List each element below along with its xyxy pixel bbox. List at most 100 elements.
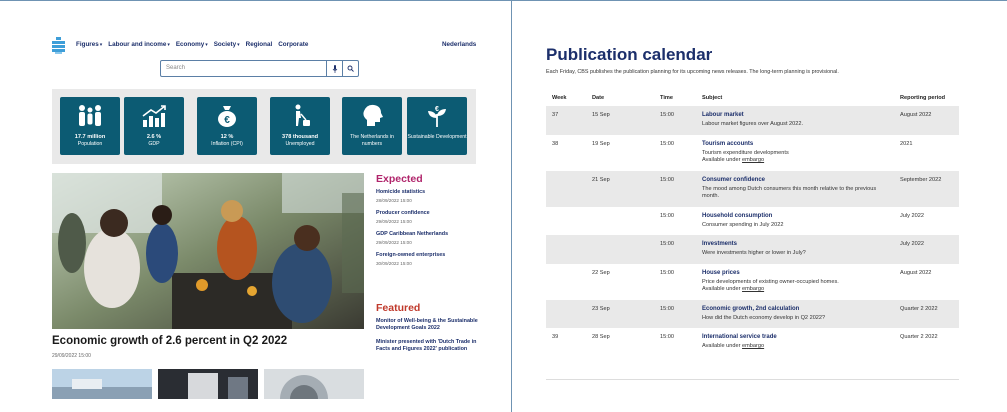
tile-label: Inflation (CPI) xyxy=(211,141,243,147)
embargo-prefix: Available under xyxy=(702,286,741,292)
expected-item-date: 28/09/2022 15:00 xyxy=(376,198,412,203)
column-header: Week xyxy=(552,95,567,101)
embargo-prefix: Available under xyxy=(702,157,741,163)
cell-date: 23 Sep xyxy=(586,299,654,328)
nav-item-economy[interactable]: Economy▾ xyxy=(176,41,208,48)
expected-heading: Expected xyxy=(376,173,423,185)
table-row: 37 15 Sep 15:00 Labour market Labour mar… xyxy=(546,106,959,135)
cell-period: Quarter 2 2022 xyxy=(894,299,959,328)
cell-period: August 2022 xyxy=(894,106,959,135)
svg-text:€: € xyxy=(224,115,230,126)
tile-unemployed[interactable]: 378 thousand Unemployed xyxy=(270,97,330,155)
cell-date: 21 Sep xyxy=(586,170,654,207)
column-header: Subject xyxy=(702,95,723,101)
subject-description: Labour market figures over August 2022. xyxy=(702,121,804,127)
subject-link[interactable]: Investments xyxy=(702,241,894,247)
expected-item-title: Foreign-owned enterprises xyxy=(376,252,446,258)
search-icon[interactable] xyxy=(342,61,358,76)
expected-item[interactable]: GDP Caribbean Netherlands 29/09/2022 15:… xyxy=(376,231,486,245)
tile-population[interactable]: 17.7 million Population xyxy=(60,97,120,155)
nav-item-corporate[interactable]: Corporate xyxy=(278,41,308,48)
caret-down-icon: ▾ xyxy=(167,42,170,48)
main-story-image[interactable] xyxy=(52,173,364,329)
expected-item[interactable]: Producer confidence 29/09/2022 15:00 xyxy=(376,210,486,224)
cell-period: August 2022 xyxy=(900,269,932,276)
subject-link[interactable]: Consumer confidence xyxy=(702,177,894,183)
cell-subject: Economic growth, 2nd calculation How did… xyxy=(696,299,894,328)
cell-time: 15:00 xyxy=(660,212,674,219)
caret-down-icon: ▾ xyxy=(99,42,103,48)
subject-link[interactable]: Household consumption xyxy=(702,213,894,219)
subject-link[interactable]: Labour market xyxy=(702,112,894,118)
cell-period: July 2022 xyxy=(900,212,924,219)
nav-item-labour-and-income[interactable]: Labour and income▾ xyxy=(108,41,170,48)
embargo-link[interactable]: embargo xyxy=(742,286,764,292)
featured-item[interactable]: Minister presented with 'Dutch Trade in … xyxy=(376,339,486,353)
main-story-headline[interactable]: Economic growth of 2.6 percent in Q2 202… xyxy=(52,335,287,347)
homepage-panel: Figures▾ Labour and income▾ Economy▾ Soc… xyxy=(0,1,511,412)
featured-item[interactable]: Monitor of Well-being & the Sustainable … xyxy=(376,318,486,332)
tile-label: Sustainable Development xyxy=(407,134,467,140)
page-title: Publication calendar xyxy=(546,45,713,64)
subject-description: How did the Dutch economy develop in Q2 … xyxy=(702,314,826,321)
publication-calendar-table: Week Date Time Subject Reporting period … xyxy=(546,90,959,357)
subject-link[interactable]: House prices xyxy=(702,270,894,276)
expected-item[interactable]: Foreign-owned enterprises 30/09/2022 15:… xyxy=(376,252,486,266)
tile-label: Unemployed xyxy=(285,141,315,147)
cell-time: 15:00 xyxy=(654,299,696,328)
nav-item-figures[interactable]: Figures▾ xyxy=(76,41,102,48)
subject-description: Were investments higher or lower in July… xyxy=(702,250,806,256)
nav-item-label: Labour and income xyxy=(108,41,167,48)
thumbnail-3[interactable] xyxy=(264,369,364,399)
growth-chart-icon xyxy=(124,103,184,129)
tile-netherlands-in-numbers[interactable]: The Netherlands in numbers xyxy=(342,97,402,155)
subject-link[interactable]: Tourism accounts xyxy=(702,141,894,147)
column-header: Reporting period xyxy=(900,95,946,101)
table-row: 39 28 Sep 15:00 International service tr… xyxy=(546,328,959,357)
screenshot: Figures▾ Labour and income▾ Economy▾ Soc… xyxy=(0,0,1007,412)
panel-divider xyxy=(511,1,512,412)
cell-date: 22 Sep xyxy=(592,269,610,276)
featured-item-title: Minister presented with 'Dutch Trade in … xyxy=(376,339,477,352)
search-input[interactable]: Search xyxy=(161,61,326,76)
subject-link[interactable]: International service trade xyxy=(702,334,894,340)
expected-item-title: Producer confidence xyxy=(376,210,430,216)
cell-week: 39 xyxy=(552,334,559,340)
microphone-icon[interactable] xyxy=(326,61,342,76)
cell-period: September 2022 xyxy=(894,170,959,207)
cbs-logo-icon[interactable] xyxy=(52,37,65,54)
subject-link[interactable]: Economic growth, 2nd calculation xyxy=(702,306,894,312)
cell-subject: Investments Were investments higher or l… xyxy=(696,235,894,264)
column-header: Date xyxy=(592,95,605,101)
cell-week: 37 xyxy=(546,106,586,135)
tile-inflation[interactable]: € 12 % Inflation (CPI) xyxy=(197,97,257,155)
nav-item-label: Regional xyxy=(245,41,273,48)
table-row: 23 Sep 15:00 Economic growth, 2nd calcul… xyxy=(546,299,959,328)
expected-item-title: Homicide statistics xyxy=(376,189,426,195)
table-row: 21 Sep 15:00 Consumer confidence The moo… xyxy=(546,170,959,207)
tile-label: GDP xyxy=(148,141,160,147)
main-story-date: 29/09/2022 15:00 xyxy=(52,353,91,359)
tile-gdp[interactable]: 2.6 % GDP xyxy=(124,97,184,155)
embargo-link[interactable]: embargo xyxy=(742,157,764,163)
expected-item[interactable]: Homicide statistics 28/09/2022 15:00 xyxy=(376,189,486,203)
subject-description: Tourism expenditure developments Availabl… xyxy=(702,150,894,165)
featured-section: Featured Monitor of Well-being & the Sus… xyxy=(376,302,486,360)
thumbnail-1[interactable] xyxy=(52,369,152,399)
language-switch-link[interactable]: Nederlands xyxy=(442,41,476,48)
cell-time: 15:00 xyxy=(660,140,674,147)
subject-description: Available under embargo xyxy=(702,343,894,351)
nav-item-label: Society xyxy=(213,41,237,48)
nav-item-society[interactable]: Society▾ xyxy=(214,41,240,48)
table-row: 22 Sep 15:00 House prices Price developm… xyxy=(546,264,959,300)
expected-item-date: 29/09/2022 15:00 xyxy=(376,219,412,224)
embargo-link[interactable]: embargo xyxy=(742,343,764,349)
cell-week xyxy=(546,235,586,264)
subject-description: The mood among Dutch consumers this mont… xyxy=(702,185,877,200)
nav-item-label: Figures xyxy=(76,41,99,48)
tile-sustainable-development[interactable]: € Sustainable Development xyxy=(407,97,467,155)
thumbnail-2[interactable] xyxy=(158,369,258,399)
nav-item-regional[interactable]: Regional xyxy=(246,41,273,48)
nav-item-label: Economy xyxy=(175,41,205,48)
cell-period: July 2022 xyxy=(894,235,959,264)
